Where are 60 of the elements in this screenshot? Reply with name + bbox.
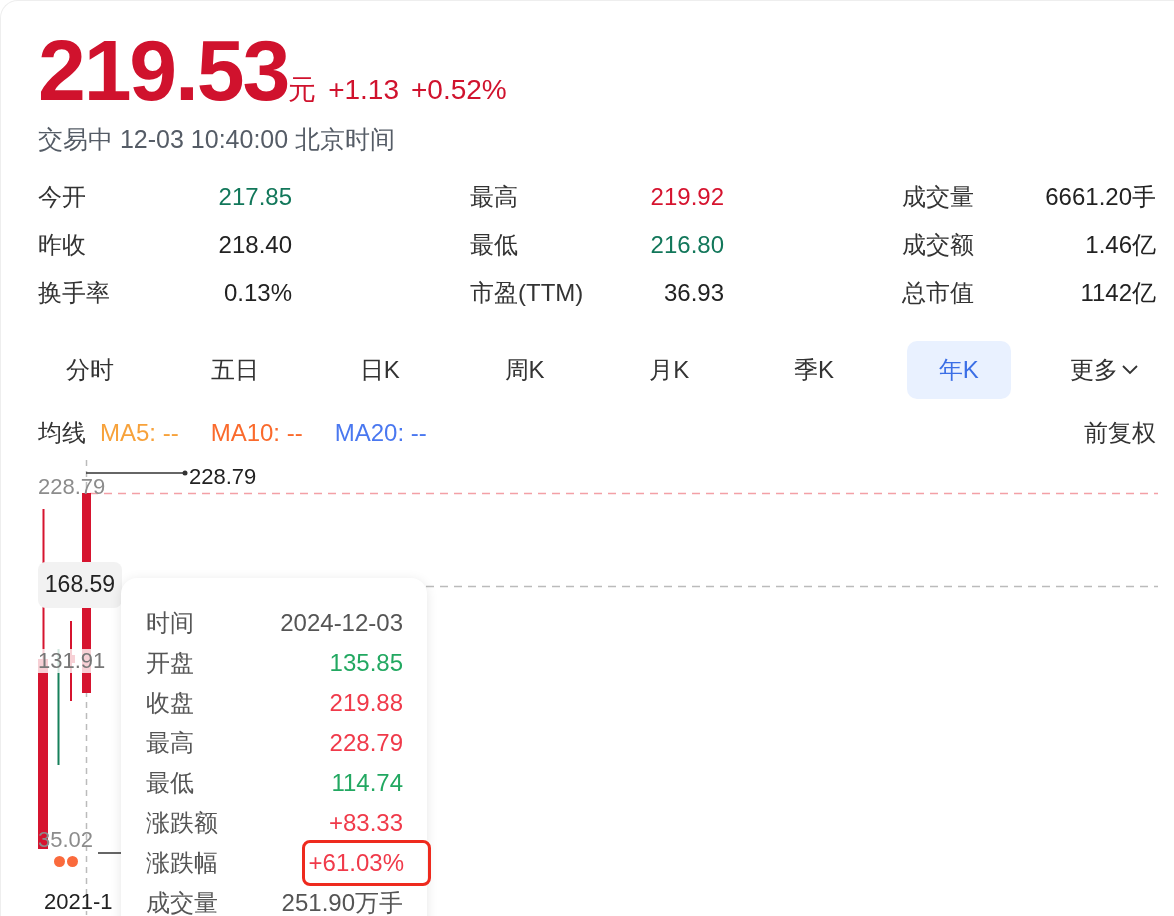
stat-label: 今开 [38,181,86,212]
period-tab[interactable]: 年K [906,340,1012,399]
ma-legend-item: MA20: -- [334,417,427,448]
tooltip-label: 时间 [146,607,194,638]
stat-value: 216.80 [650,229,724,260]
stat-value: 0.13% [223,277,292,308]
stat-label: 最高 [470,181,518,212]
tooltip-label: 开盘 [146,647,194,678]
period-tab[interactable]: 日K [327,340,433,399]
leader-line [98,851,122,854]
period-tab[interactable]: 五日 [182,340,288,399]
stat-value: 6661.20手 [1045,181,1156,212]
adjust-mode-button[interactable]: 前复权 [1084,414,1156,451]
tooltip-value: 228.79 [329,727,403,758]
tooltip-label: 最高 [146,727,194,758]
stat-label: 换手率 [38,277,110,308]
high-price-marker: 228.79 [189,462,257,491]
ma-legend-item: MA5: -- [100,417,179,448]
tooltip-label: 涨跌额 [146,807,218,838]
period-tab[interactable]: 分时 [38,340,143,399]
stat-label: 市盈(TTM) [470,277,584,308]
tooltip-label: 收盘 [146,687,194,718]
stat-value: 219.92 [650,181,724,212]
tooltip-label: 最低 [146,767,194,798]
price-change: +1.13 [328,73,399,107]
stat-label: 成交额 [902,229,974,260]
period-tab[interactable]: 季K [761,340,867,399]
stat-value: 217.85 [218,181,292,212]
stat-value: 1142亿 [1080,277,1156,308]
period-tab[interactable]: 周K [472,340,577,399]
stat-value: 1.46亿 [1085,229,1156,260]
stat-value: 36.93 [663,277,724,308]
stat-label: 昨收 [38,229,86,260]
tooltip-value: 114.74 [331,767,403,798]
stat-label: 成交量 [902,181,974,212]
stat-label: 最低 [470,229,518,260]
axis-label: 228.79 [38,474,106,499]
axis-label: 131.91 [38,648,106,673]
period-tab[interactable]: 月K [617,340,722,399]
stat-label: 总市值 [902,277,974,308]
tooltip-value: 251.90万手 [281,887,403,916]
crosshair-price-label: 168.59 [38,561,122,608]
date-axis-label: 2021-1 [44,887,113,916]
marker-dots-icon [54,855,78,867]
currency-unit: 元 [288,74,317,107]
chevron-down-icon [1121,364,1138,375]
tooltip-value: +83.33 [328,807,403,838]
trading-status: 交易中 12-03 10:40:00 北京时间 [38,124,397,155]
stock-price: 219.53 [38,27,289,113]
stat-value: 218.40 [218,229,292,260]
tooltip-label: 涨跌幅 [146,847,218,878]
tooltip-value: 219.88 [329,687,403,718]
ma-legend-label: 均线 [38,417,86,448]
period-tab[interactable]: 更多 [1051,340,1156,399]
tooltip-value: 135.85 [329,647,403,678]
tooltip-value: 2024-12-03 [280,607,403,638]
percent-change: +0.52% [411,73,507,107]
ma-legend-item: MA10: -- [210,417,303,448]
tooltip-value: +61.03% [301,839,431,886]
tooltip-label: 成交量 [146,887,218,916]
